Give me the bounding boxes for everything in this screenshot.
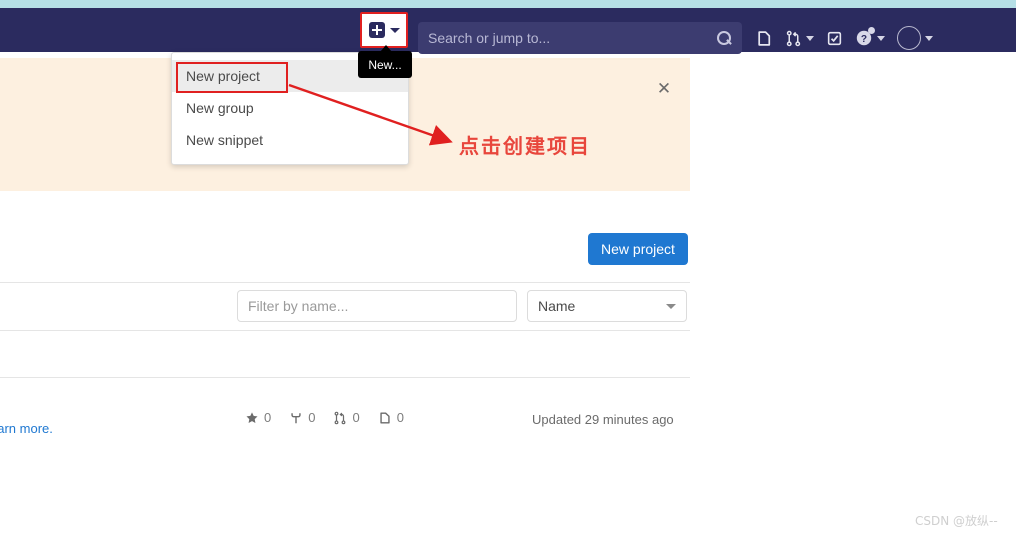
merge-requests-icon-button[interactable] [779,22,820,54]
updated-timestamp: Updated 29 minutes ago [532,412,674,427]
merge-request-icon [335,411,346,424]
sort-dropdown-value: Name [538,298,576,314]
filter-by-name-input[interactable] [237,290,517,322]
stat-forks[interactable]: 0 [289,410,315,425]
issues-icon [758,30,771,46]
project-stats: 0 0 0 0 [245,410,404,425]
stat-stars[interactable]: 0 [245,410,271,425]
stat-merge-requests-value: 0 [352,410,360,425]
menu-item-new-snippet[interactable]: New snippet [172,124,408,156]
new-project-button[interactable]: New project [588,233,688,265]
star-icon [246,411,258,423]
learn-more-link[interactable]: earn more. [0,421,53,436]
navbar-icon-group: ? [750,22,939,54]
menu-item-new-group[interactable]: New group [172,92,408,124]
divider-bottom [0,377,690,378]
search-input-wrapper[interactable]: Search or jump to... [418,22,742,54]
issues-icon-button[interactable] [750,22,779,54]
fork-icon [291,412,301,423]
banner-close-button[interactable]: ✕ [655,80,673,98]
divider-middle [0,330,690,331]
chevron-down-icon [806,35,814,41]
stat-issues-value: 0 [396,410,404,425]
chevron-down-icon [389,27,400,33]
notification-dot-icon [868,27,875,34]
plus-icon [368,22,385,38]
sort-dropdown[interactable]: Name [527,290,687,322]
chevron-down-icon [666,303,676,309]
todos-icon [827,31,842,45]
chevron-down-icon [877,35,885,41]
search-icon [717,30,732,46]
stat-stars-value: 0 [264,410,272,425]
stat-forks-value: 0 [308,410,316,425]
user-menu-button[interactable] [891,22,939,54]
watermark: CSDN @放纵-- [915,514,998,528]
page-root: Search or jump to... ? ✕ New... New proj… [0,0,1016,538]
new-dropdown-button[interactable] [360,12,408,48]
issue-icon [380,411,390,424]
todos-icon-button[interactable] [820,22,849,54]
avatar [897,26,921,50]
stat-issues[interactable]: 0 [378,410,404,425]
top-navbar: Search or jump to... ? [0,8,1016,54]
annotation-text: 点击创建项目 [459,134,591,158]
divider-top [0,282,690,283]
merge-requests-icon [786,30,801,46]
svg-text:?: ? [861,34,867,45]
chevron-down-icon [925,35,933,41]
help-icon-button[interactable]: ? [849,22,891,54]
top-accent-strip [0,0,1016,8]
help-icon-wrapper: ? [855,27,875,47]
new-tooltip: New... [358,51,412,78]
stat-merge-requests[interactable]: 0 [333,410,360,425]
search-input[interactable]: Search or jump to... [428,30,717,46]
